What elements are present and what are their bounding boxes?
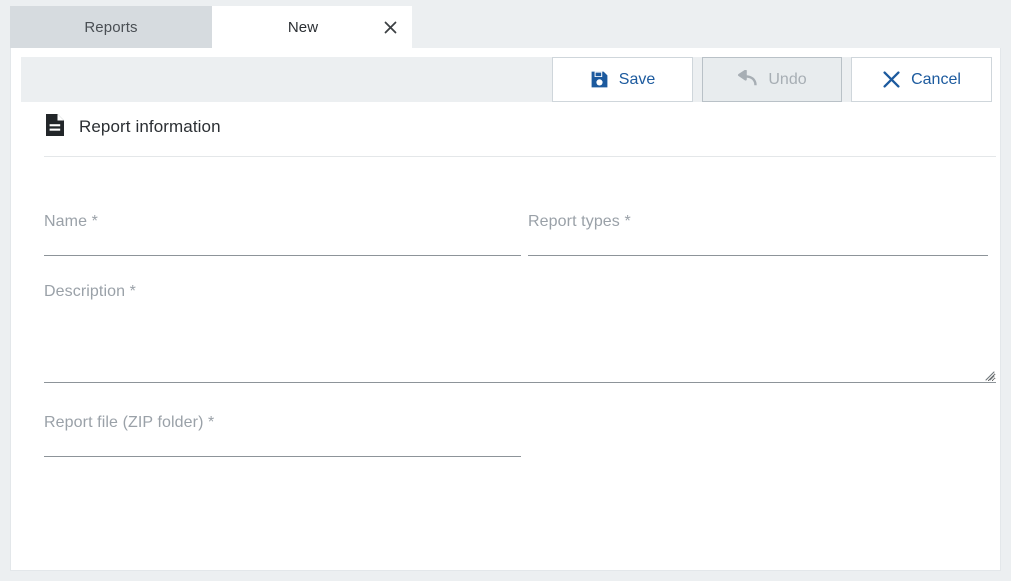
report-form-card: Save Undo Cancel Report information Name… (10, 48, 1001, 571)
tab-new-label: New (287, 18, 319, 36)
section-header: Report information (34, 110, 996, 144)
close-icon[interactable] (382, 19, 398, 35)
report-form: Name * Report types * Description * Repo… (44, 208, 996, 457)
name-field: Name * (44, 208, 521, 256)
report-file-input[interactable] (44, 435, 521, 457)
undo-button[interactable]: Undo (702, 57, 842, 102)
name-input[interactable] (44, 234, 521, 256)
description-textarea[interactable] (44, 311, 996, 383)
cancel-button-label: Cancel (911, 70, 961, 88)
undo-arrow-icon (737, 70, 758, 89)
form-toolbar: Save Undo Cancel (21, 57, 992, 102)
tab-reports-label: Reports (84, 18, 138, 36)
report-types-field: Report types * (528, 208, 996, 256)
report-file-field-label: Report file (ZIP folder) * (44, 414, 215, 431)
tab-new[interactable]: New (212, 6, 412, 48)
save-button-label: Save (618, 70, 656, 88)
close-x-icon (882, 70, 901, 89)
tab-bar: Reports New (0, 0, 1011, 48)
description-field: Description * (44, 278, 996, 383)
tab-reports[interactable]: Reports (10, 6, 212, 48)
report-types-input[interactable] (528, 234, 988, 256)
report-file-field: Report file (ZIP folder) * (44, 409, 521, 457)
save-button[interactable]: Save (552, 57, 693, 102)
section-divider (44, 156, 996, 157)
report-types-field-label: Report types * (528, 213, 631, 230)
form-row-1: Name * Report types * (44, 208, 996, 256)
undo-button-label: Undo (768, 70, 807, 88)
floppy-disk-icon (590, 70, 609, 89)
section-title: Report information (79, 117, 221, 136)
cancel-button[interactable]: Cancel (851, 57, 992, 102)
report-information-section: Report information (34, 110, 996, 157)
description-field-label: Description * (44, 283, 137, 300)
document-icon (44, 113, 66, 142)
name-field-label: Name * (44, 213, 98, 230)
